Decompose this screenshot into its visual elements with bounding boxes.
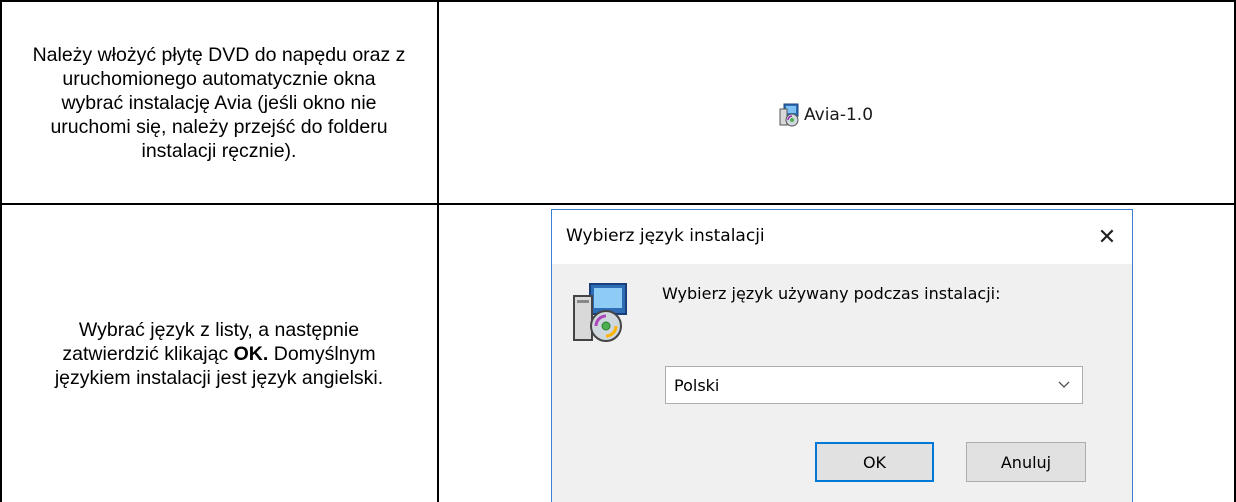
ok-button[interactable]: OK	[815, 442, 934, 482]
row2-instruction-text: Wybrać język z listy, a następnie zatwie…	[29, 318, 409, 390]
dialog-title: Wybierz język instalacji	[566, 226, 765, 246]
instruction-table: Należy włożyć płytę DVD do napędu oraz z…	[0, 0, 1236, 502]
row2-instruction-cell: Wybrać język z listy, a następnie zatwie…	[0, 205, 438, 502]
language-dialog: Wybierz język instalacji ✕ Wybierz język…	[551, 209, 1133, 502]
row1-instruction-text: Należy włożyć płytę DVD do napędu oraz z…	[32, 43, 406, 162]
chevron-down-icon	[1058, 381, 1070, 388]
cancel-button[interactable]: Anuluj	[966, 442, 1086, 482]
dialog-prompt: Wybierz język używany podczas instalacji…	[662, 284, 1001, 303]
setup-installer-icon	[573, 283, 627, 342]
row1-instruction-cell: Należy włożyć płytę DVD do napędu oraz z…	[0, 2, 438, 203]
program-label: Avia-1.0	[804, 105, 874, 125]
language-select[interactable]: Polski	[665, 366, 1083, 404]
language-select-value: Polski	[674, 375, 720, 395]
dialog-titlebar[interactable]: Wybierz język instalacji ✕	[552, 210, 1132, 264]
close-button[interactable]: ✕	[1090, 220, 1124, 254]
setup-installer-icon	[779, 103, 799, 127]
program-shortcut[interactable]: Avia-1.0	[778, 103, 873, 127]
close-icon: ✕	[1097, 224, 1117, 250]
row2-instruction-bold: OK.	[233, 342, 269, 365]
